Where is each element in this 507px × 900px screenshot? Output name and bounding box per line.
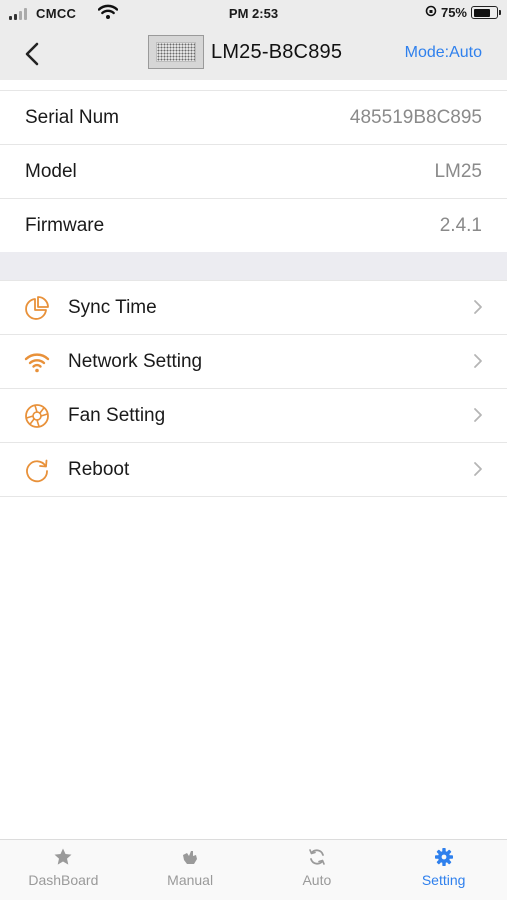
menu-item-network-setting[interactable]: Network Setting	[0, 335, 507, 389]
info-value: LM25	[434, 160, 482, 182]
star-icon	[54, 848, 72, 865]
device-settings-screen: CMCC PM 2:53 75% LM25-B8C895 Mode:Auto S…	[0, 0, 507, 900]
gear-icon	[434, 848, 453, 866]
wifi-icon	[24, 349, 50, 375]
battery-level-fill	[473, 8, 490, 17]
hand-icon	[183, 851, 198, 864]
menu-item-reboot[interactable]: Reboot	[0, 443, 507, 497]
menu-item-sync-time[interactable]: Sync Time	[0, 281, 507, 335]
tab-label: Auto	[302, 872, 332, 888]
info-label: Firmware	[25, 214, 105, 236]
info-label: Serial Num	[25, 106, 119, 128]
status-right: 75%	[425, 5, 501, 20]
back-button[interactable]	[18, 40, 46, 68]
tab-auto[interactable]: Auto	[254, 840, 381, 900]
tab-manual[interactable]: Manual	[127, 840, 254, 900]
device-info-list: Serial Num 485519B8C895 Model LM25 Firmw…	[0, 90, 507, 253]
tab-dashboard[interactable]: DashBoard	[0, 840, 127, 900]
orientation-lock-icon	[425, 5, 437, 20]
tab-setting[interactable]: Setting	[380, 840, 507, 900]
menu-item-label: Sync Time	[68, 296, 157, 318]
tab-label: Setting	[421, 872, 466, 888]
menu-item-label: Fan Setting	[68, 404, 166, 426]
menu-item-fan-setting[interactable]: Fan Setting	[0, 389, 507, 443]
chevron-right-icon	[474, 354, 482, 368]
info-value: 485519B8C895	[349, 106, 482, 128]
mode-button[interactable]: Mode:Auto	[405, 44, 482, 62]
battery-percent: 75%	[440, 5, 467, 20]
info-row-serial: Serial Num 485519B8C895	[0, 91, 507, 145]
chevron-right-icon	[474, 300, 482, 314]
tab-label: DashBoard	[28, 872, 99, 888]
tab-bar: DashBoard Manual Auto Setting	[0, 839, 507, 900]
status-bar: CMCC PM 2:53 75%	[0, 0, 507, 28]
fan-icon	[24, 403, 50, 429]
sync-icon	[309, 849, 325, 865]
menu-item-label: Reboot	[68, 458, 130, 480]
info-value: 2.4.1	[439, 214, 482, 236]
nav-title-group: LM25-B8C895	[148, 35, 342, 69]
info-row-firmware: Firmware 2.4.1	[0, 199, 507, 253]
navigation-bar: LM25-B8C895 Mode:Auto	[0, 28, 507, 80]
page-title: LM25-B8C895	[211, 40, 343, 63]
tab-label: Manual	[167, 872, 214, 888]
refresh-icon	[24, 457, 50, 483]
section-divider	[0, 252, 507, 280]
info-label: Model	[25, 160, 77, 182]
info-row-model: Model LM25	[0, 145, 507, 199]
device-thumbnail	[148, 35, 204, 69]
chevron-right-icon	[474, 462, 482, 476]
menu-item-label: Network Setting	[68, 350, 203, 372]
pie-chart-icon	[24, 295, 50, 321]
battery-icon	[471, 6, 501, 19]
chevron-left-icon	[25, 42, 39, 66]
chevron-right-icon	[474, 408, 482, 422]
settings-menu: Sync Time Network Setting Fan Setting Re…	[0, 280, 507, 497]
